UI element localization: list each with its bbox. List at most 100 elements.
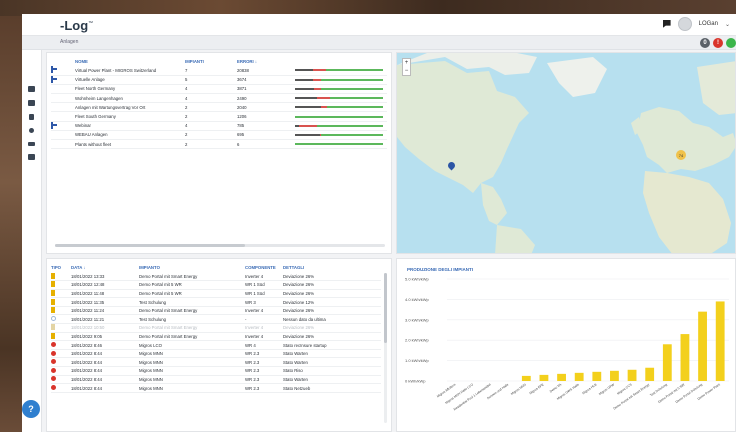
status-bar-red bbox=[312, 69, 326, 72]
breadcrumb[interactable]: Anlagen bbox=[60, 39, 78, 45]
chart-bar[interactable] bbox=[557, 373, 566, 381]
table-row[interactable]: 18/01/2022 11:48 Demo Portal mit 5 WR WR 1… bbox=[51, 289, 381, 299]
cell-component: WR 1 Süd bbox=[245, 289, 283, 299]
table-row[interactable]: 18/01/2022 9:05 Demo Portal mit Smart Ene… bbox=[51, 332, 381, 342]
cell-name: WEBAU Anlagen bbox=[75, 130, 185, 141]
table-row[interactable]: 18/01/2022 8:44 Migros MNN WR 2.3 Stato Ris… bbox=[51, 366, 381, 376]
cell-name: Wohnheim Langenhagen bbox=[75, 93, 185, 104]
dashboard-icon[interactable] bbox=[28, 86, 35, 92]
error-icon bbox=[51, 385, 56, 391]
table-row[interactable]: 18/01/2022 8:44 Migros MNN WR 2.3 Stato War… bbox=[51, 375, 381, 385]
chart-bar[interactable] bbox=[680, 334, 690, 381]
table-row[interactable]: Fleet North Germany 4 3871 bbox=[51, 84, 387, 95]
col-component-header[interactable]: COMPONENTE bbox=[245, 263, 283, 272]
table-row[interactable]: 18/01/2022 10:50 Demo Portal mit Smart En… bbox=[51, 323, 381, 333]
cell-date: 18/01/2022 8:46 bbox=[71, 340, 139, 350]
logo-tm: ™ bbox=[88, 20, 94, 27]
fleet-icon[interactable] bbox=[51, 121, 57, 129]
fleet-icon[interactable] bbox=[51, 75, 57, 83]
table-row[interactable]: 18/01/2022 8:44 Migros MNN WR 2.3 Stato Net… bbox=[51, 383, 381, 393]
reports-icon[interactable] bbox=[28, 142, 35, 146]
table-row[interactable]: Plants without fleet 2 6 bbox=[51, 139, 387, 150]
plants-icon[interactable] bbox=[28, 100, 35, 106]
table-row[interactable]: 18/01/2022 11:21 Test Schulung - Nessun dat… bbox=[51, 314, 381, 325]
table-row[interactable]: 18/01/2022 11:35 Test Schulung WR 3 Deviazi… bbox=[51, 297, 381, 307]
chart-bar[interactable] bbox=[574, 372, 584, 381]
table-row[interactable]: Virtuelle Anlage 5 3674 bbox=[51, 75, 387, 85]
table-row[interactable]: 18/01/2022 12:48 Demo Portal mit 5 WR WR 1… bbox=[51, 280, 381, 290]
chart-bar[interactable] bbox=[662, 344, 672, 381]
user-avatar[interactable] bbox=[677, 17, 692, 31]
status-dot[interactable]: 0 bbox=[700, 38, 710, 48]
cell-date: 18/01/2022 8:44 bbox=[71, 357, 139, 368]
cell-type bbox=[51, 323, 71, 333]
plants-horizontal-scrollbar[interactable] bbox=[55, 244, 385, 247]
table-row[interactable]: 18/01/2022 13:33 Demo Portal mit Smart En… bbox=[51, 272, 381, 282]
table-row[interactable]: Fleet South Germany 2 1206 bbox=[51, 111, 387, 122]
col-details-header[interactable]: DETTAGLI bbox=[283, 263, 381, 272]
zoom-out-button[interactable]: − bbox=[403, 67, 410, 75]
y-tick-label: 1.0 kWh/kWp bbox=[405, 358, 430, 363]
table-row[interactable]: Virtual Power Plant - MIGROS Switzerland… bbox=[51, 66, 387, 76]
map-panel[interactable]: + − 74 bbox=[396, 52, 736, 254]
status-dot[interactable] bbox=[726, 38, 736, 48]
col-errors-header[interactable]: ERRORI ↓ bbox=[237, 57, 295, 66]
cell-plants: 5 bbox=[185, 75, 237, 85]
zoom-in-button[interactable]: + bbox=[403, 59, 410, 67]
chart-bar[interactable] bbox=[610, 370, 619, 381]
cell-component: - bbox=[245, 314, 283, 325]
fleet-cell bbox=[51, 75, 75, 85]
cell-status-bar bbox=[295, 75, 387, 85]
chart-bar[interactable] bbox=[645, 367, 655, 381]
events-vertical-scrollbar[interactable] bbox=[384, 273, 387, 423]
table-row[interactable]: Anlagen mit Wartungsvertrag Vor Ort 2 2040 bbox=[51, 102, 387, 113]
chevron-down-icon[interactable]: ⌄ bbox=[725, 21, 730, 28]
cell-errors: 2490 bbox=[237, 93, 295, 104]
chart-bar[interactable] bbox=[521, 375, 531, 381]
chart-bar[interactable] bbox=[627, 369, 637, 381]
plants-table: NOME IMPIANTI ERRORI ↓ Virtual Power Pla… bbox=[51, 57, 387, 150]
col-date-header[interactable]: DATA ↓ bbox=[71, 263, 139, 272]
cell-details: Stato Warten bbox=[283, 357, 381, 368]
cell-plant: Migros LCO bbox=[139, 340, 245, 350]
map-cluster-marker[interactable]: 74 bbox=[676, 150, 686, 160]
status-dot[interactable]: ! bbox=[713, 38, 723, 48]
col-plants-header[interactable]: IMPIANTI bbox=[185, 57, 237, 66]
cell-date: 18/01/2022 11:48 bbox=[71, 289, 139, 299]
table-row[interactable]: 18/01/2022 8:46 Migros LCO WR 4 Stato recIn… bbox=[51, 340, 381, 350]
chart-bar[interactable] bbox=[539, 374, 549, 381]
scroll-thumb[interactable] bbox=[384, 273, 387, 343]
col-type-header[interactable]: TIPO bbox=[51, 263, 71, 272]
documents-icon[interactable] bbox=[28, 154, 35, 160]
cell-date: 18/01/2022 8:44 bbox=[71, 349, 139, 359]
table-row[interactable]: 18/01/2022 11:24 Demo Portal mit Smart En… bbox=[51, 306, 381, 316]
y-tick-label: 3.0 kWh/kWp bbox=[405, 317, 430, 322]
sub-bar: Anlagen 0! bbox=[22, 36, 736, 50]
help-button[interactable]: ? bbox=[22, 400, 40, 418]
user-name[interactable]: LOGan bbox=[699, 21, 718, 27]
table-row[interactable]: WEBAU Anlagen 2 695 bbox=[51, 130, 387, 141]
table-row[interactable]: 18/01/2022 8:44 Migros MNN WR 2.3 Stato War… bbox=[51, 357, 381, 368]
settings-icon[interactable] bbox=[29, 128, 34, 133]
table-row[interactable]: Webinar 4 785 bbox=[51, 121, 387, 131]
alarm-icon[interactable] bbox=[29, 114, 34, 120]
chart-bar[interactable] bbox=[715, 301, 725, 381]
scroll-thumb[interactable] bbox=[55, 244, 245, 247]
col-name-header[interactable]: NOME bbox=[75, 57, 185, 66]
cell-component: WR 2.3 bbox=[245, 357, 283, 368]
table-row[interactable]: 18/01/2022 8:44 Migros MNN WR 2.3 Stato War… bbox=[51, 349, 381, 359]
chart-bar[interactable] bbox=[698, 311, 707, 381]
map-zoom-control[interactable]: + − bbox=[402, 58, 411, 76]
status-bar bbox=[295, 97, 383, 100]
app-logo[interactable]: -Log™ bbox=[60, 18, 93, 33]
cell-type bbox=[51, 375, 71, 385]
col-plant-header[interactable]: IMPIANTO bbox=[139, 263, 245, 272]
cell-details: Stato Warten bbox=[283, 375, 381, 385]
status-bar-red bbox=[317, 97, 331, 100]
chart-bar[interactable] bbox=[592, 371, 602, 381]
table-row[interactable]: Wohnheim Langenhagen 4 2490 bbox=[51, 93, 387, 104]
cell-errors: 1206 bbox=[237, 111, 295, 122]
flag-icon[interactable] bbox=[662, 20, 671, 28]
fleet-icon[interactable] bbox=[51, 66, 57, 74]
x-tick-label: Migros GFW bbox=[598, 383, 615, 397]
